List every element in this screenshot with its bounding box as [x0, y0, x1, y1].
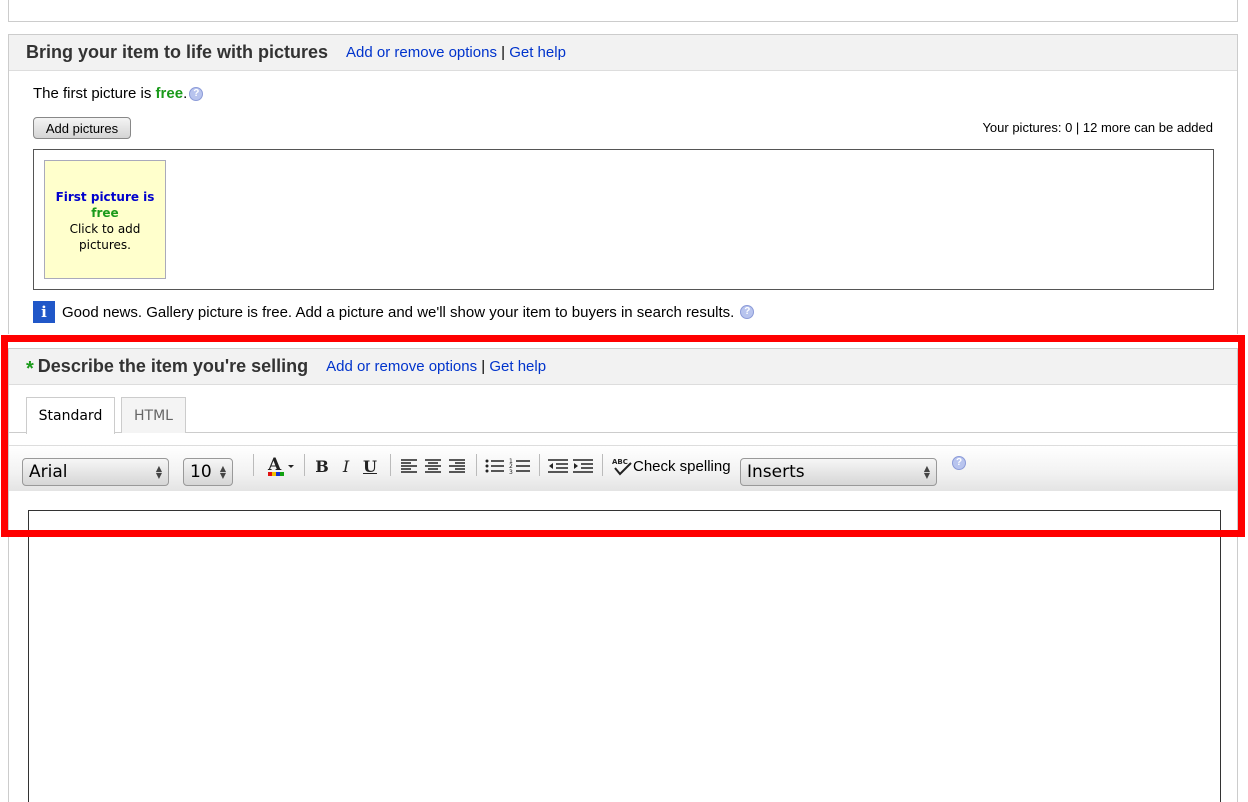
bullet-list-icon: [485, 459, 504, 473]
required-star: *: [26, 357, 34, 380]
spellcheck-icon: ABC: [612, 458, 632, 476]
bold-button[interactable]: B: [313, 456, 331, 476]
add-pictures-button[interactable]: Add pictures: [33, 117, 131, 139]
pictures-section: Bring your item to life with pictures Ad…: [8, 34, 1238, 334]
describe-section-header: * Describe the item you're selling Add o…: [9, 349, 1237, 385]
your-pictures-count: Your pictures: 0 | 12 more can be added: [982, 120, 1213, 135]
first-picture-slot[interactable]: First picture is free Click to add pictu…: [44, 160, 166, 279]
help-circle-icon[interactable]: ?: [740, 305, 755, 319]
align-center-icon: [425, 459, 441, 473]
svg-text:ABC: ABC: [612, 458, 628, 466]
describe-header-links: Add or remove options | Get help: [326, 358, 546, 375]
describe-item-section: * Describe the item you're selling Add o…: [8, 348, 1238, 802]
editor-tabs: Standard HTML: [9, 385, 1237, 434]
first-picture-free-note: The first picture is free.?: [33, 85, 204, 102]
align-left-icon: [401, 459, 417, 473]
gallery-text: Good news. Gallery picture is free. Add …: [62, 303, 735, 321]
numbered-list-icon: 1 2 3: [509, 458, 530, 475]
gallery-free-notice: i Good news. Gallery picture is free. Ad…: [33, 301, 755, 323]
period: .: [183, 85, 188, 102]
font-size-value: 10: [190, 462, 212, 482]
free-label: free: [155, 85, 184, 102]
outdent-icon: [548, 459, 568, 473]
describe-section-title: Describe the item you're selling: [37, 356, 309, 376]
toolbar-separator: [304, 454, 305, 476]
font-color-icon: A: [267, 455, 294, 476]
pictures-get-help-link[interactable]: Get help: [509, 44, 566, 61]
font-family-value: Arial: [29, 462, 68, 482]
description-editor[interactable]: [28, 510, 1221, 802]
font-color-button[interactable]: A: [265, 455, 299, 476]
indent-button[interactable]: [572, 456, 594, 476]
align-right-icon: [449, 459, 465, 473]
describe-get-help-link[interactable]: Get help: [489, 358, 546, 375]
align-center-button[interactable]: [423, 456, 443, 476]
help-circle-icon[interactable]: ?: [189, 87, 204, 102]
editor-toolbar: Arial ▲ ▼ 10 ▲ ▼ A B I U 1 2 3 ABC Check…: [9, 445, 1237, 491]
help-circle-icon[interactable]: ?: [952, 456, 966, 470]
slot-line-4: pictures.: [79, 238, 131, 252]
slot-line-3: Click to add: [69, 222, 141, 236]
link-separator: |: [501, 44, 506, 61]
bullet-list-button[interactable]: [485, 456, 505, 476]
font-family-select[interactable]: Arial ▲ ▼: [22, 458, 169, 486]
pictures-header-links: Add or remove options | Get help: [346, 44, 566, 61]
font-size-select[interactable]: 10 ▲ ▼: [183, 458, 233, 486]
align-right-button[interactable]: [447, 456, 467, 476]
align-left-button[interactable]: [399, 456, 419, 476]
toolbar-separator: [539, 454, 540, 476]
slot-line-2: free: [91, 206, 119, 220]
italic-button[interactable]: I: [337, 456, 355, 476]
indent-icon: [573, 459, 593, 473]
outdent-button[interactable]: [547, 456, 569, 476]
slot-line-1: First picture is: [55, 190, 155, 204]
tab-standard[interactable]: Standard: [26, 397, 115, 434]
info-icon: i: [33, 301, 55, 323]
toolbar-separator: [602, 454, 603, 476]
svg-text:3: 3: [509, 469, 513, 475]
toolbar-separator: [476, 454, 477, 476]
first-picture-text: The first picture is: [33, 85, 156, 102]
pictures-section-title: Bring your item to life with pictures: [26, 42, 329, 62]
link-separator: |: [481, 358, 486, 375]
inserts-select[interactable]: Inserts ▲ ▼: [740, 458, 937, 486]
describe-add-remove-options-link[interactable]: Add or remove options: [326, 358, 477, 375]
tab-html[interactable]: HTML: [121, 397, 186, 433]
previous-section-box: [8, 0, 1238, 22]
pictures-add-remove-options-link[interactable]: Add or remove options: [346, 44, 497, 61]
inserts-value: Inserts: [747, 462, 805, 482]
select-arrows-icon: ▲ ▼: [923, 464, 930, 480]
select-arrows-icon: ▲ ▼: [155, 464, 162, 480]
numbered-list-button[interactable]: 1 2 3: [509, 456, 531, 476]
underline-button[interactable]: U: [361, 456, 379, 476]
check-spelling-button[interactable]: ABC Check spelling: [611, 456, 731, 476]
check-spelling-label: Check spelling: [633, 457, 731, 475]
pictures-section-header: Bring your item to life with pictures Ad…: [9, 35, 1237, 71]
toolbar-separator: [390, 454, 391, 476]
toolbar-separator: [253, 454, 254, 476]
picture-upload-area: First picture is free Click to add pictu…: [33, 149, 1214, 290]
select-arrows-icon: ▲ ▼: [219, 464, 226, 480]
